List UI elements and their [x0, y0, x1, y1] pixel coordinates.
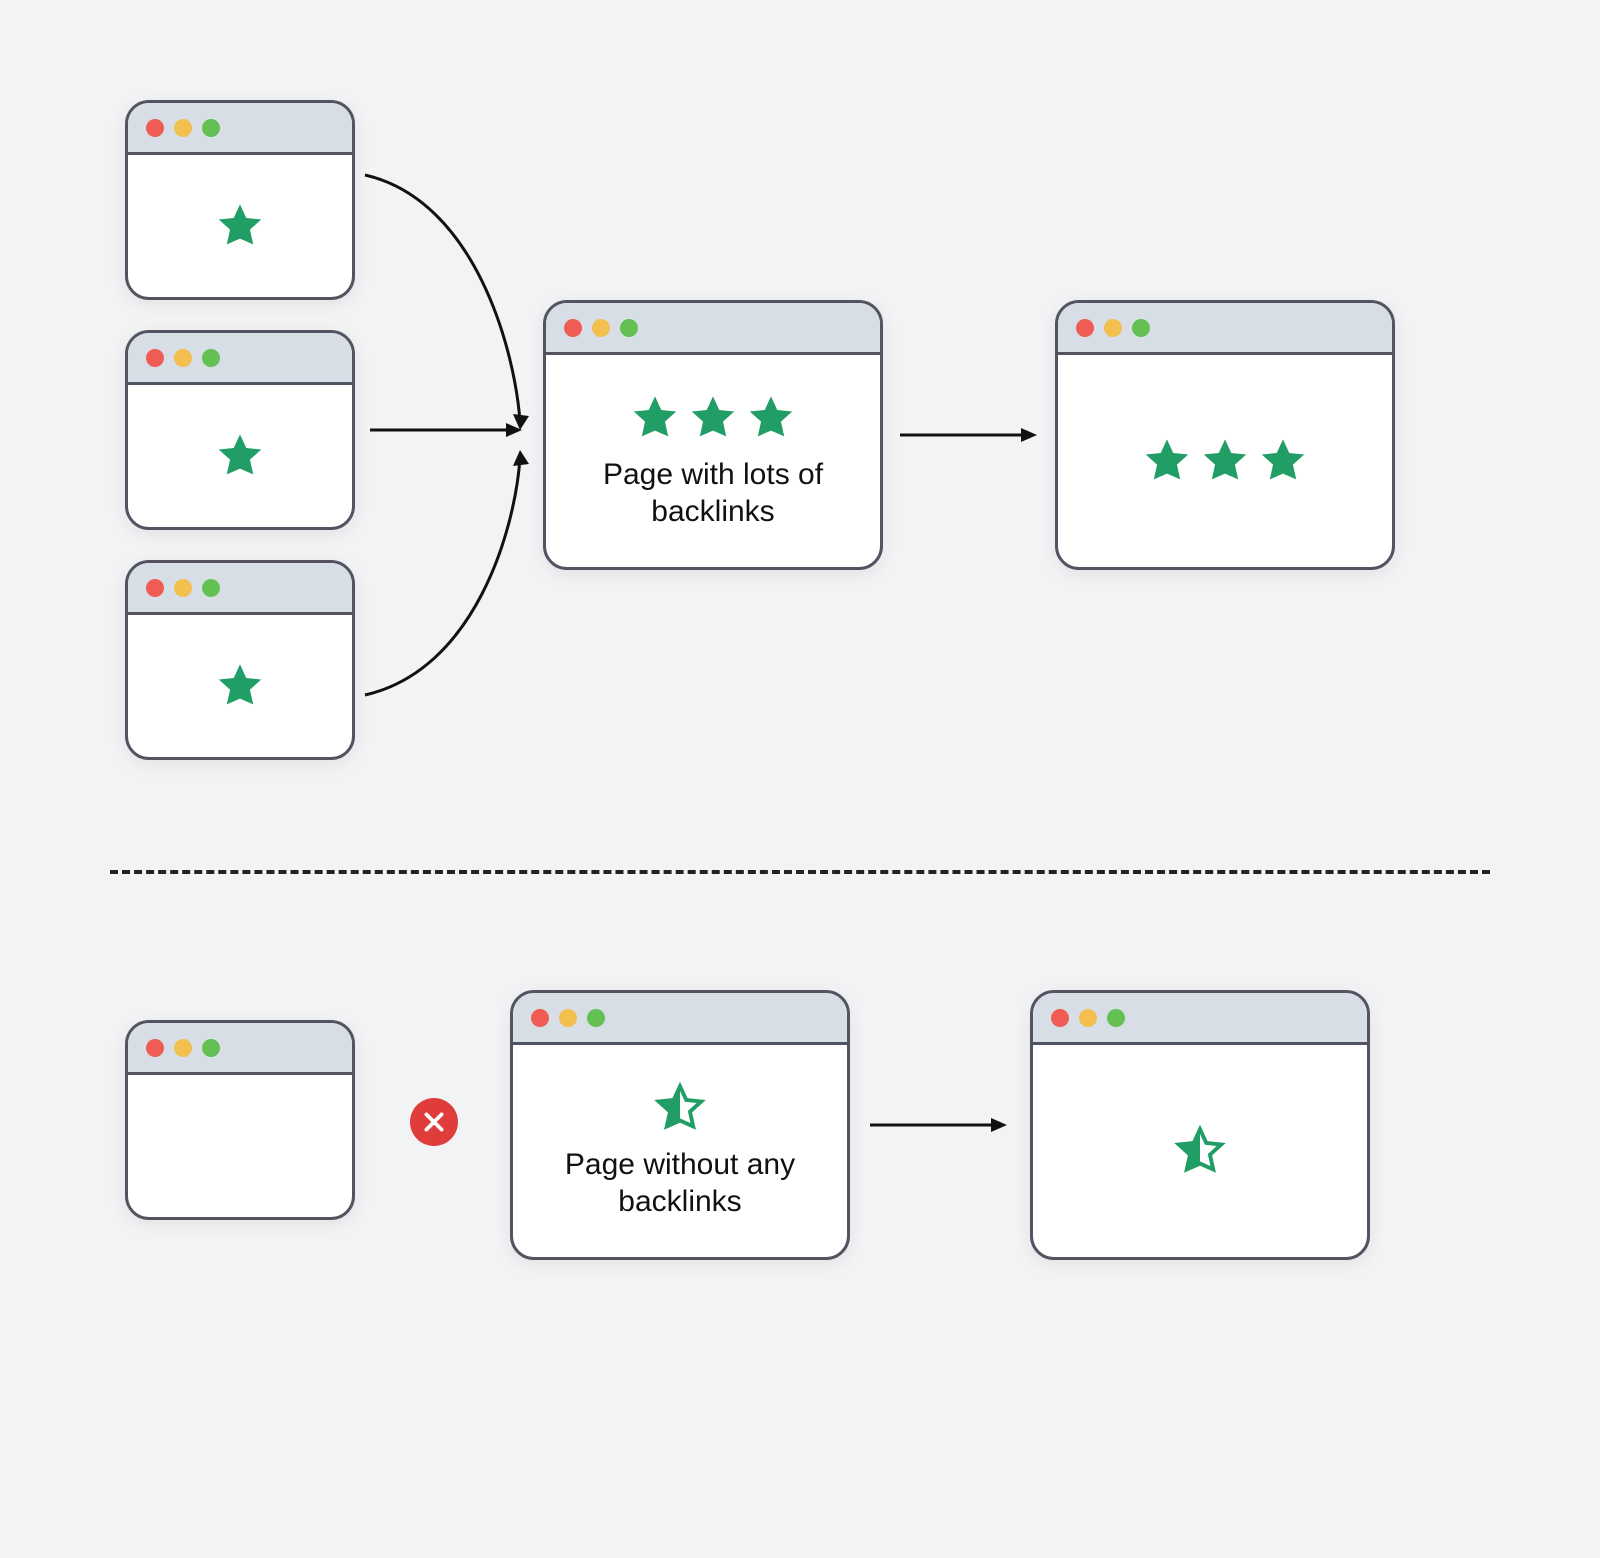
- star-icon: [687, 392, 739, 444]
- arrow-right-icon: [870, 1115, 1010, 1135]
- half-star-icon: [654, 1082, 706, 1134]
- star-row: [654, 1082, 706, 1134]
- diagram-canvas: Page with lots of backlinks: [0, 0, 1600, 1558]
- minimize-dot-icon: [174, 349, 192, 367]
- half-star-icon: [1174, 1125, 1226, 1177]
- minimize-dot-icon: [559, 1009, 577, 1027]
- source-browser-1: [125, 100, 355, 300]
- star-icon: [214, 200, 266, 252]
- zoom-dot-icon: [620, 319, 638, 337]
- arrow-right-icon: [900, 425, 1040, 445]
- zoom-dot-icon: [202, 579, 220, 597]
- section-divider: [110, 870, 1490, 874]
- source-browser-3: [125, 560, 355, 760]
- zoom-dot-icon: [202, 119, 220, 137]
- minimize-dot-icon: [174, 1039, 192, 1057]
- arrow-curve-bottom: [360, 450, 535, 700]
- result-browser-top: [1055, 300, 1395, 570]
- star-icon: [214, 660, 266, 712]
- star-row: [629, 392, 797, 444]
- close-dot-icon: [146, 119, 164, 137]
- star-row: [214, 660, 266, 712]
- star-row: [214, 430, 266, 482]
- zoom-dot-icon: [1107, 1009, 1125, 1027]
- close-dot-icon: [146, 1039, 164, 1057]
- close-dot-icon: [1076, 319, 1094, 337]
- center-caption-bottom: Page without any backlinks: [531, 1146, 829, 1221]
- center-browser-bottom: Page without any backlinks: [510, 990, 850, 1260]
- minimize-dot-icon: [592, 319, 610, 337]
- close-dot-icon: [531, 1009, 549, 1027]
- star-icon: [629, 392, 681, 444]
- titlebar: [128, 333, 352, 385]
- star-icon: [1199, 435, 1251, 487]
- source-browser-bottom: [125, 1020, 355, 1220]
- star-icon: [745, 392, 797, 444]
- zoom-dot-icon: [1132, 319, 1150, 337]
- close-dot-icon: [1051, 1009, 1069, 1027]
- close-dot-icon: [146, 349, 164, 367]
- titlebar: [513, 993, 847, 1045]
- titlebar: [1033, 993, 1367, 1045]
- minimize-dot-icon: [174, 579, 192, 597]
- titlebar: [128, 1023, 352, 1075]
- minimize-dot-icon: [1104, 319, 1122, 337]
- star-row: [1174, 1125, 1226, 1177]
- star-icon: [214, 430, 266, 482]
- center-browser-top: Page with lots of backlinks: [543, 300, 883, 570]
- titlebar: [546, 303, 880, 355]
- arrow-curve-top: [360, 170, 535, 430]
- center-caption-top: Page with lots of backlinks: [564, 456, 862, 531]
- star-icon: [1257, 435, 1309, 487]
- source-browser-2: [125, 330, 355, 530]
- minimize-dot-icon: [1079, 1009, 1097, 1027]
- zoom-dot-icon: [202, 349, 220, 367]
- star-row: [214, 200, 266, 252]
- zoom-dot-icon: [587, 1009, 605, 1027]
- titlebar: [128, 103, 352, 155]
- star-row: [1141, 435, 1309, 487]
- result-browser-bottom: [1030, 990, 1370, 1260]
- minimize-dot-icon: [174, 119, 192, 137]
- zoom-dot-icon: [202, 1039, 220, 1057]
- titlebar: [128, 563, 352, 615]
- close-dot-icon: [146, 579, 164, 597]
- x-circle-icon: [410, 1098, 458, 1146]
- arrow-right-icon: [370, 420, 525, 440]
- star-icon: [1141, 435, 1193, 487]
- titlebar: [1058, 303, 1392, 355]
- close-dot-icon: [564, 319, 582, 337]
